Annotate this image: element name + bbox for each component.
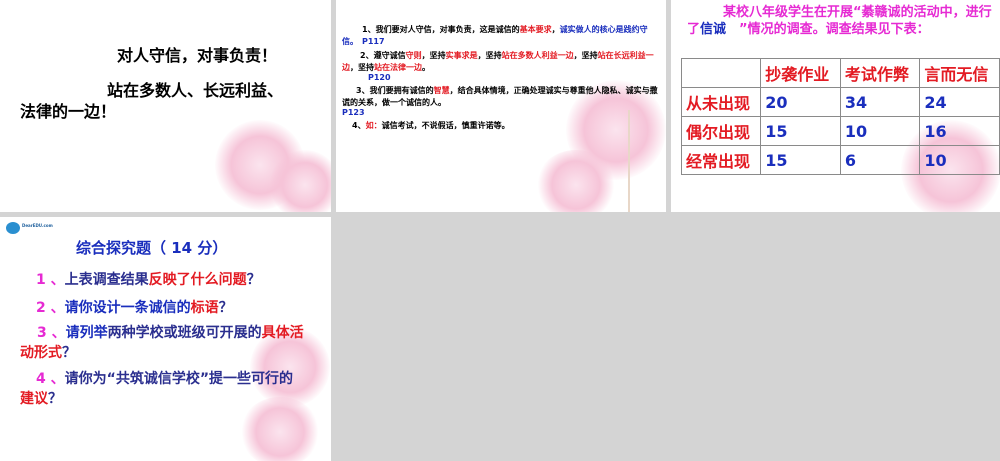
survey-intro: 某校八年级学生在开展“綦赣诚的活动中，进行了信诚 ”情况的调查。调查结果见下表：: [687, 5, 992, 37]
cell: 10: [919, 145, 1000, 175]
point-3-ref: P123: [342, 108, 365, 117]
table-header-row: 抄袭作业 考试作弊 言而无信: [680, 58, 1000, 88]
header-cell: 考试作弊: [839, 58, 921, 88]
section-title: 综合探究题（ 14 分）: [76, 239, 228, 257]
row-label: 从未出现: [680, 87, 762, 117]
point-2-ref: P120: [368, 73, 391, 82]
question-1: 1 、上表调查结果反映了什么问题？: [36, 272, 261, 288]
point-1: 1、我们要对人守信，对事负责，这是诚信的基本要求，诚实做人的核心是践约守信。 P…: [342, 25, 648, 46]
point-3: 3、我们要拥有诚信的智慧，结合具体情境，正确处理诚实与尊重他人隐私、诚实与撒谎的…: [342, 86, 658, 107]
slide1-line1: 对人守信，对事负责！: [117, 46, 278, 65]
survey-table: 抄袭作业 考试作弊 言而无信 从未出现 20 34 24 偶尔出现 15 10 …: [680, 58, 1000, 175]
cell: 15: [760, 145, 841, 175]
cell: 34: [839, 87, 921, 117]
slide-4-thumbnail[interactable]: DearEDU.com 综合探究题（ 14 分） 1 、上表调查结果反映了什么问…: [0, 217, 331, 461]
cell: 15: [760, 116, 841, 146]
row-label: 经常出现: [680, 145, 762, 175]
cell: 20: [760, 87, 841, 117]
slide-2-thumbnail[interactable]: 1、我们要对人守信，对事负责，这是诚信的基本要求，诚实做人的核心是践约守信。 P…: [336, 0, 666, 212]
cell: 6: [839, 145, 921, 175]
question-4: 4 、请你为“共筑诚信学校”提一些可行的建议？: [20, 371, 294, 407]
slide1-line2b: 法律的一边！: [20, 102, 117, 121]
slide-1-thumbnail[interactable]: 对人守信，对事负责！ 站在多数人、长远利益、 法律的一边！: [0, 0, 331, 212]
logo-text: DearEDU.com: [22, 223, 53, 228]
point-2: 2、遵守诚信守则，坚持实事求是，坚持站在多数人利益一边，坚持站在长远利益一边，坚…: [342, 51, 654, 72]
slide1-line2a: 站在多数人、长远利益、: [107, 81, 284, 100]
header-cell: 抄袭作业: [760, 58, 841, 88]
logo-icon: [6, 222, 20, 234]
cell: 16: [919, 116, 1000, 146]
table-row: 经常出现 15 6 10: [680, 145, 1000, 175]
slide-3-thumbnail[interactable]: 某校八年级学生在开展“綦赣诚的活动中，进行了信诚 ”情况的调查。调查结果见下表：…: [671, 0, 1000, 212]
flower-stem: [628, 110, 630, 212]
table-row: 偶尔出现 15 10 16: [680, 116, 1000, 146]
row-label: 偶尔出现: [680, 116, 762, 146]
flower-decoration: [536, 150, 616, 212]
question-3: 3 、请列举两种学校或班级可开展的具体活动形式？: [20, 325, 304, 361]
question-2: 2 、请你设计一条诚信的标语？: [36, 300, 233, 316]
point-4: 4、如：诚信考试，不说假话，慎重许诺等。: [352, 121, 510, 130]
header-cell: [680, 58, 762, 88]
table-row: 从未出现 20 34 24: [680, 87, 1000, 117]
cell: 10: [839, 116, 921, 146]
header-cell: 言而无信: [919, 58, 1000, 88]
cell: 24: [919, 87, 1000, 117]
